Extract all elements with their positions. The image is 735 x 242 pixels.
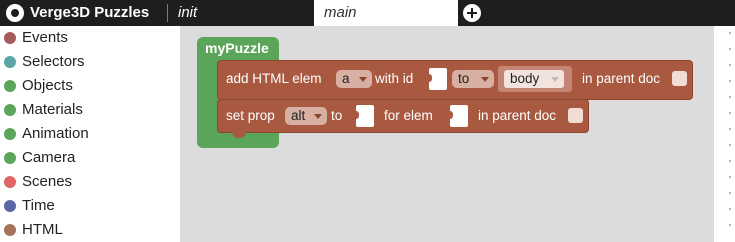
- category-dot-icon: [4, 152, 16, 164]
- sidebar-item-label: Scenes: [22, 173, 73, 190]
- category-dot-icon: [4, 128, 16, 140]
- with-id-label: with id: [375, 71, 414, 86]
- add-html-elem-label: add HTML elem: [226, 71, 322, 86]
- sidebar-item-label: Time: [22, 197, 55, 214]
- elem-type-value: a: [342, 71, 350, 86]
- set-prop-label: set prop: [226, 108, 275, 123]
- category-dot-icon: [4, 104, 16, 116]
- sidebar-item-label: Materials: [22, 101, 83, 118]
- category-dot-icon: [4, 176, 16, 188]
- sidebar-item-camera[interactable]: Camera: [0, 146, 180, 170]
- sidebar-item-label: Objects: [22, 77, 73, 94]
- category-dot-icon: [4, 56, 16, 68]
- sidebar-item-label: Camera: [22, 149, 76, 166]
- prop-dropdown[interactable]: alt: [285, 107, 327, 125]
- value-input-slot[interactable]: [353, 105, 374, 127]
- parent-elem-block[interactable]: body: [498, 66, 572, 92]
- parent-doc-checkbox-2[interactable]: [568, 108, 583, 123]
- prop-value: alt: [291, 108, 306, 123]
- tab-main[interactable]: main: [314, 0, 458, 26]
- procedure-name[interactable]: myPuzzle: [205, 40, 269, 56]
- add-tab-icon[interactable]: [463, 4, 481, 22]
- verge3d-logo-icon: [6, 4, 24, 22]
- sidebar-item-label: Events: [22, 29, 68, 46]
- workspace-scrollbar[interactable]: [714, 26, 735, 242]
- sidebar-item-events[interactable]: Events: [0, 26, 180, 50]
- position-value: to: [458, 71, 470, 86]
- category-dot-icon: [4, 224, 16, 236]
- to-label: to: [331, 108, 343, 123]
- chevron-down-icon: [551, 77, 559, 82]
- sidebar-item-label: HTML: [22, 221, 63, 238]
- sidebar-item-label: Selectors: [22, 53, 85, 70]
- parent-elem-dropdown[interactable]: body: [504, 70, 564, 88]
- parent-doc-checkbox[interactable]: [672, 71, 687, 86]
- category-dot-icon: [4, 32, 16, 44]
- chevron-down-icon: [359, 77, 367, 82]
- sidebar-item-objects[interactable]: Objects: [0, 74, 180, 98]
- app-title: Verge3D Puzzles: [30, 4, 150, 21]
- in-parent-doc-label: in parent doc: [582, 71, 661, 86]
- chevron-down-icon: [481, 77, 489, 82]
- top-bar: Verge3D Puzzles init main: [0, 0, 735, 26]
- sidebar-item-materials[interactable]: Materials: [0, 98, 180, 122]
- elem-input-slot[interactable]: [447, 105, 468, 127]
- for-elem-label: for elem: [384, 108, 433, 123]
- sidebar-item-html[interactable]: HTML: [0, 218, 180, 242]
- position-dropdown[interactable]: to: [452, 70, 494, 88]
- sidebar-item-selectors[interactable]: Selectors: [0, 50, 180, 74]
- category-sidebar: Events Selectors Objects Materials Anima…: [0, 26, 180, 242]
- id-input-slot[interactable]: [426, 68, 447, 90]
- sidebar-item-animation[interactable]: Animation: [0, 122, 180, 146]
- parent-elem-value: body: [510, 71, 540, 86]
- sidebar-item-scenes[interactable]: Scenes: [0, 170, 180, 194]
- category-dot-icon: [4, 200, 16, 212]
- elem-type-dropdown[interactable]: a: [336, 70, 372, 88]
- sidebar-item-label: Animation: [22, 125, 89, 142]
- tab-init[interactable]: init: [168, 0, 314, 26]
- chevron-down-icon: [314, 114, 322, 119]
- category-dot-icon: [4, 80, 16, 92]
- sidebar-item-time[interactable]: Time: [0, 194, 180, 218]
- in-parent-doc-label-2: in parent doc: [478, 108, 557, 123]
